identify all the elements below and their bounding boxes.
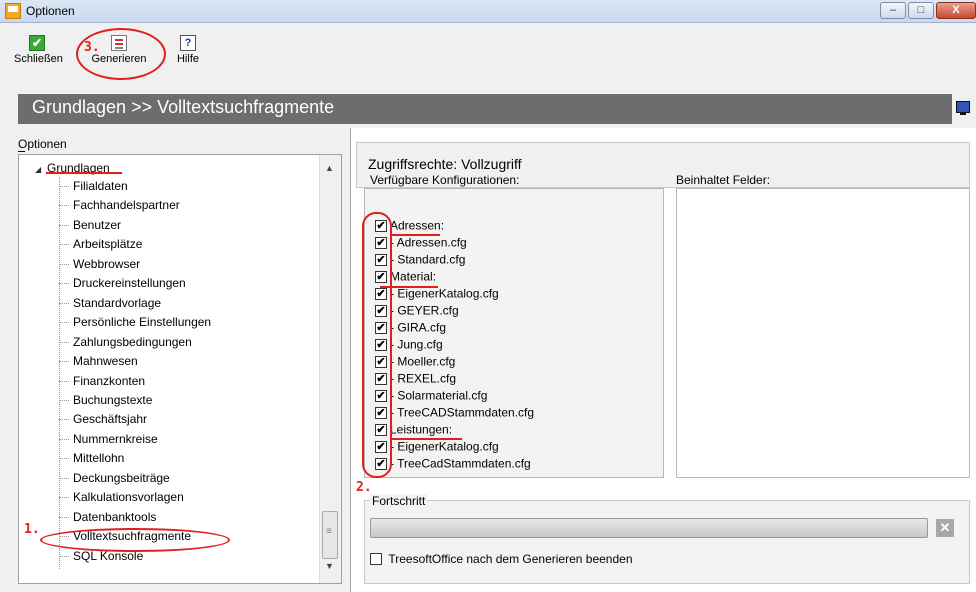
configuration-label: - REXEL.cfg <box>390 371 457 386</box>
annotation-step-1: 1. <box>24 522 40 537</box>
access-rights-text: Zugriffsrechte: Vollzugriff <box>368 156 522 172</box>
annotation-ring-checkboxes <box>362 212 392 478</box>
progress-bar <box>370 518 928 538</box>
quit-after-generate-checkbox[interactable]: TreesoftOffice nach dem Generieren beend… <box>370 551 633 566</box>
help-button[interactable]: ? Hilfe <box>174 35 202 65</box>
configuration-label: - Jung.cfg <box>390 337 443 352</box>
tree-item[interactable]: Datenbanktools <box>59 508 156 527</box>
fields-label: Beinhaltet Felder: <box>676 173 771 187</box>
configuration-label: - TreeCADStammdaten.cfg <box>390 405 535 420</box>
tree-item[interactable]: Standardvorlage <box>59 294 161 313</box>
title-bar <box>0 0 976 23</box>
annotation-step-2: 2. <box>356 480 372 495</box>
progress-label: Fortschritt <box>370 494 428 508</box>
configuration-item[interactable]: ✔ - TreeCadStammdaten.cfg <box>375 455 531 472</box>
window-title: Optionen <box>26 4 75 18</box>
configuration-label: - EigenerKatalog.cfg <box>390 439 499 454</box>
tree-item[interactable]: Zahlungsbedingungen <box>59 333 192 352</box>
configuration-item[interactable]: ✔ - EigenerKatalog.cfg <box>375 438 499 455</box>
configuration-label: - GEYER.cfg <box>390 303 459 318</box>
tree-item[interactable]: Buchungstexte <box>59 391 152 410</box>
fields-list[interactable] <box>676 188 970 478</box>
scroll-thumb[interactable] <box>322 511 338 559</box>
annotation-ring-generate <box>76 28 166 80</box>
close-window-button[interactable]: X <box>936 2 976 19</box>
tree-item[interactable]: Druckereinstellungen <box>59 274 186 293</box>
configuration-label: - TreeCadStammdaten.cfg <box>390 456 531 471</box>
section-title: Grundlagen >> Volltextsuchfragmente <box>32 97 335 117</box>
tree-item[interactable]: Geschäftsjahr <box>59 410 147 429</box>
configuration-label: Adressen: <box>390 218 445 233</box>
configuration-label: - Moeller.cfg <box>390 354 456 369</box>
options-accelerator-underline <box>18 151 25 152</box>
tree-item[interactable]: Fachhandelspartner <box>59 196 180 215</box>
app-icon <box>5 3 21 19</box>
help-button-label: Hilfe <box>176 53 199 65</box>
maximize-button[interactable]: □ <box>908 2 934 19</box>
tree-item[interactable]: Mittellohn <box>59 449 124 468</box>
configuration-label: Leistungen: <box>390 422 453 437</box>
tree-item[interactable]: Arbeitsplätze <box>59 235 142 254</box>
tree-scrollbar[interactable]: ▲ ▼ <box>319 155 341 583</box>
monitor-icon[interactable] <box>956 101 970 115</box>
tree-item[interactable]: Deckungsbeiträge <box>59 469 170 488</box>
configuration-label: - Adressen.cfg <box>390 235 467 250</box>
tree-item[interactable]: Persönliche Einstellungen <box>59 313 211 332</box>
annotation-underline-leistungen <box>390 438 462 440</box>
options-tree[interactable]: ◢ Grundlagen Filialdaten Fachhandelspartn… <box>18 154 342 584</box>
minimize-button[interactable]: – <box>880 2 906 19</box>
annotation-underline-adressen <box>390 234 440 236</box>
progress-group <box>364 500 970 584</box>
configuration-label: Material: <box>390 269 437 284</box>
quit-checkbox-box[interactable] <box>370 552 382 565</box>
tree-item[interactable]: Webbrowser <box>59 255 140 274</box>
tree-item[interactable]: Kalkulationsvorlagen <box>59 488 184 507</box>
quit-checkbox-label: TreesoftOffice nach dem Generieren beend… <box>388 551 633 566</box>
tree-item[interactable]: Mahnwesen <box>59 352 138 371</box>
configuration-label: - GIRA.cfg <box>390 320 447 335</box>
annotation-underline-grundlagen <box>46 172 122 174</box>
configuration-label: - Standard.cfg <box>390 252 466 267</box>
scroll-up-icon[interactable]: ▲ <box>325 163 334 173</box>
configuration-label: - Solarmaterial.cfg <box>390 388 488 403</box>
scroll-down-icon[interactable]: ▼ <box>325 561 334 571</box>
available-configurations-label: Verfügbare Konfigurationen: <box>370 173 520 187</box>
tree-item[interactable]: Finanzkonten <box>59 372 145 391</box>
collapse-arrow-icon[interactable]: ◢ <box>35 165 41 174</box>
help-icon: ? <box>180 35 196 51</box>
configurations-list[interactable]: ✔ Adressen: ✔ - Adressen.cfg ✔ - Standard.cfg… <box>364 188 664 478</box>
check-icon: ✔ <box>29 35 45 51</box>
configuration-item[interactable]: ✔ - TreeCADStammdaten.cfg <box>375 404 534 421</box>
close-button-label: Schließen <box>14 53 63 65</box>
annotation-ring-volltext <box>40 528 230 552</box>
tree-item[interactable]: Benutzer <box>59 216 121 235</box>
tree-item[interactable]: Nummernkreise <box>59 430 158 449</box>
cancel-progress-button[interactable]: ✕ <box>936 519 954 537</box>
options-label: Optionen <box>18 137 67 151</box>
configuration-label: - EigenerKatalog.cfg <box>390 286 499 301</box>
close-button[interactable]: ✔ Schließen <box>14 35 63 65</box>
tree-item[interactable]: Filialdaten <box>59 177 128 196</box>
